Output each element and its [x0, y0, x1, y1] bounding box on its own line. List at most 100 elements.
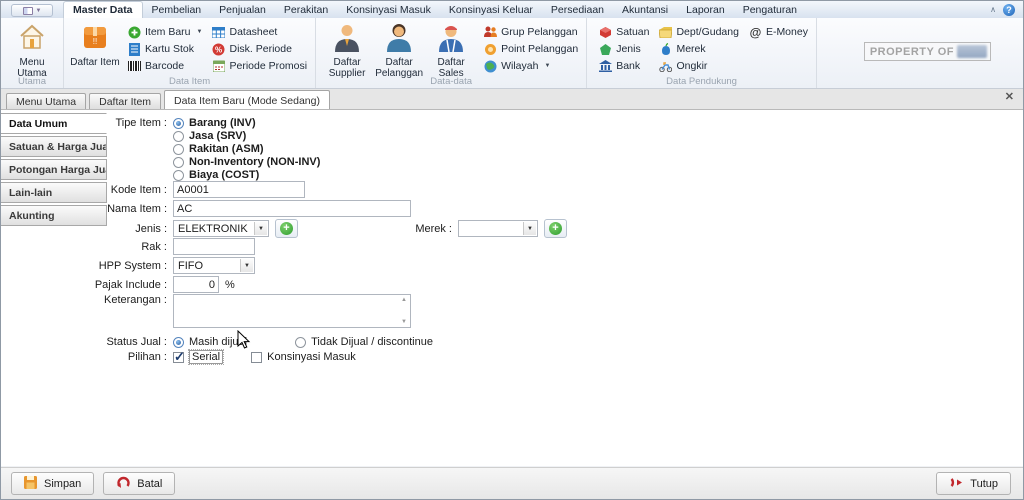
doc-tab-menu-utama[interactable]: Menu Utama: [6, 93, 87, 109]
rak-label: Rak :: [141, 240, 167, 253]
mouse-cursor: [237, 330, 251, 349]
satuan-label: Satuan: [616, 26, 650, 38]
jenis-button[interactable]: Jenis: [596, 42, 652, 56]
scroll-up-icon[interactable]: ▲: [401, 297, 407, 303]
merek-dropdown[interactable]: ▼: [458, 220, 538, 237]
dept-gudang-label: Dept/Gudang: [676, 26, 739, 38]
satuan-button[interactable]: Satuan: [596, 25, 652, 39]
radio-non-inventory[interactable]: Non-Inventory (NON-INV): [173, 156, 320, 168]
datasheet-button[interactable]: Datasheet: [209, 25, 310, 39]
radio-icon[interactable]: [173, 117, 184, 129]
radio-biaya-cost[interactable]: Biaya (COST): [173, 169, 320, 181]
checkbox-serial[interactable]: Serial: [173, 349, 225, 365]
menu-tab-konsinyasi-masuk[interactable]: Konsinyasi Masuk: [337, 2, 440, 18]
svg-text:!!: !!: [93, 37, 97, 46]
doc-tab-data-item-baru[interactable]: Data Item Baru (Mode Sedang): [164, 90, 330, 109]
periode-promosi-button[interactable]: Periode Promosi: [209, 59, 310, 73]
kartu-stok-button[interactable]: Kartu Stok: [125, 42, 205, 56]
barcode-icon: [128, 60, 141, 73]
warehouse-icon: [659, 26, 673, 39]
radio-icon[interactable]: [295, 336, 307, 348]
jenis-dropdown[interactable]: ELEKTRONIK ▼: [173, 220, 269, 237]
radio-icon[interactable]: [173, 336, 184, 348]
scroll-down-icon[interactable]: ▼: [401, 319, 407, 325]
app-menu-button[interactable]: ▼: [11, 4, 53, 17]
radio-icon[interactable]: [173, 130, 184, 142]
form-panel: Data Umum Satuan & Harga Jual Potongan H…: [1, 109, 1023, 466]
kartu-stok-label: Kartu Stok: [145, 43, 195, 55]
add-jenis-button[interactable]: +: [275, 219, 298, 238]
svg-text:@: @: [750, 26, 762, 39]
merek-button[interactable]: Merek: [656, 42, 741, 56]
ongkir-button[interactable]: Ongkir: [656, 59, 741, 73]
help-icon[interactable]: ?: [1003, 4, 1015, 16]
collapse-ribbon-icon[interactable]: ∧: [990, 6, 996, 14]
hpp-system-dropdown[interactable]: FIFO ▼: [173, 257, 255, 274]
hpp-system-value: FIFO: [178, 259, 204, 272]
radio-icon[interactable]: [173, 169, 184, 181]
menu-utama-button[interactable]: Menu Utama: [6, 20, 58, 79]
menu-tab-penjualan[interactable]: Penjualan: [210, 2, 275, 18]
scrollbar[interactable]: ▲ ▼: [399, 296, 409, 326]
tutup-button[interactable]: Tutup: [936, 472, 1011, 495]
grup-pelanggan-button[interactable]: Grup Pelanggan: [481, 25, 581, 39]
chevron-down-icon[interactable]: ▼: [240, 259, 253, 272]
checkbox-icon[interactable]: [251, 351, 263, 363]
pajak-include-input[interactable]: [173, 276, 219, 293]
nama-item-label: Nama Item :: [107, 202, 167, 215]
kode-item-input[interactable]: [173, 181, 305, 198]
checkbox-label: Serial: [187, 349, 225, 365]
bank-icon: [599, 60, 613, 73]
keterangan-textarea[interactable]: ▲ ▼: [173, 294, 411, 328]
person-sales-icon: [436, 22, 466, 57]
daftar-sales-button[interactable]: Daftar Sales: [425, 20, 477, 79]
wilayah-button[interactable]: Wilayah ▼: [481, 59, 581, 73]
menu-tab-laporan[interactable]: Laporan: [677, 2, 734, 18]
close-icon[interactable]: ✕: [1005, 92, 1014, 103]
dept-gudang-button[interactable]: Dept/Gudang: [656, 25, 741, 39]
emoney-button[interactable]: @ E-Money: [746, 25, 811, 39]
menu-tab-perakitan[interactable]: Perakitan: [275, 2, 337, 18]
menu-tab-persediaan[interactable]: Persediaan: [542, 2, 613, 18]
chevron-down-icon[interactable]: ▼: [254, 222, 267, 235]
menu-tab-konsinyasi-keluar[interactable]: Konsinyasi Keluar: [440, 2, 542, 18]
chevron-down-icon: ▼: [196, 29, 203, 35]
batal-button[interactable]: Batal: [103, 472, 176, 495]
checkbox-konsinyasi-masuk[interactable]: Konsinyasi Masuk: [251, 351, 356, 363]
doc-tab-daftar-item[interactable]: Daftar Item: [89, 93, 162, 109]
nama-item-input[interactable]: [173, 200, 411, 217]
menu-tab-akuntansi[interactable]: Akuntansi: [613, 2, 677, 18]
radio-barang-inv[interactable]: Barang (INV): [173, 117, 320, 129]
person-customer-icon: [384, 22, 414, 57]
item-baru-button[interactable]: Item Baru ▼: [125, 25, 205, 39]
radio-label: Rakitan (ASM): [189, 143, 264, 155]
apple-icon: [659, 42, 672, 56]
radio-icon[interactable]: [173, 143, 184, 155]
radio-tidak-dijual[interactable]: Tidak Dijual / discontinue: [295, 336, 433, 348]
radio-masih-dijual[interactable]: Masih dijual: [173, 336, 247, 348]
add-merek-button[interactable]: +: [544, 219, 567, 238]
ongkir-label: Ongkir: [676, 60, 708, 72]
daftar-pelanggan-button[interactable]: Daftar Pelanggan: [373, 20, 425, 79]
checkbox-icon[interactable]: [173, 349, 185, 365]
daftar-item-button[interactable]: !! Daftar Item: [69, 20, 121, 68]
datasheet-label: Datasheet: [229, 26, 278, 38]
point-pelanggan-button[interactable]: Point Pelanggan: [481, 42, 581, 56]
menu-tab-pengaturan[interactable]: Pengaturan: [734, 2, 806, 18]
chevron-down-icon[interactable]: ▼: [523, 222, 536, 235]
menu-tab-master-data[interactable]: Master Data: [63, 1, 143, 18]
simpan-button[interactable]: Simpan: [11, 472, 95, 495]
barcode-button[interactable]: Barcode: [125, 59, 205, 73]
rak-input[interactable]: [173, 238, 255, 255]
radio-rakitan-asm[interactable]: Rakitan (ASM): [173, 143, 320, 155]
status-jual-label: Status Jual :: [106, 336, 167, 348]
point-pelanggan-label: Point Pelanggan: [501, 43, 579, 55]
daftar-supplier-button[interactable]: Daftar Supplier: [321, 20, 373, 79]
keterangan-label: Keterangan :: [104, 294, 167, 306]
menu-tab-pembelian[interactable]: Pembelian: [143, 2, 211, 18]
disk-periode-button[interactable]: % Disk. Periode: [209, 42, 310, 56]
radio-jasa-srv[interactable]: Jasa (SRV): [173, 130, 320, 142]
radio-icon[interactable]: [173, 156, 184, 168]
bank-button[interactable]: Bank: [596, 59, 652, 73]
document-tab-bar: Menu Utama Daftar Item Data Item Baru (M…: [1, 89, 1023, 109]
